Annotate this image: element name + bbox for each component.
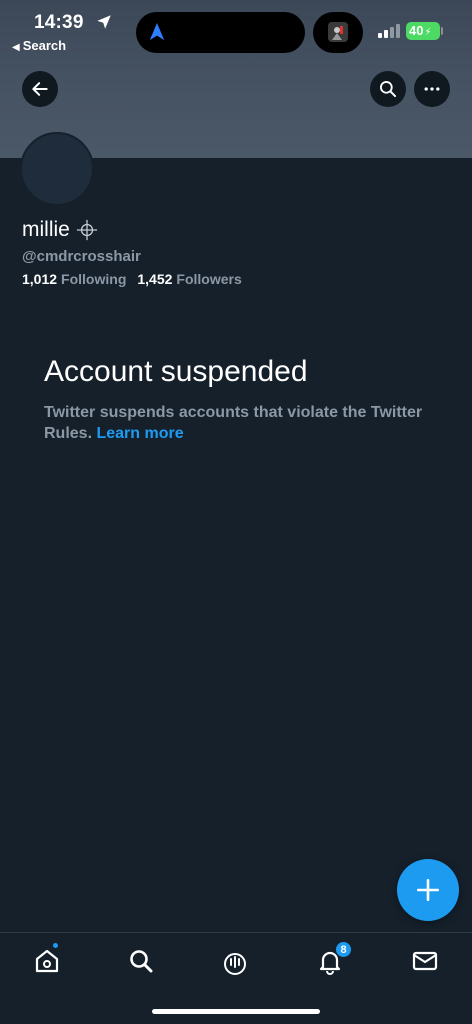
- nav-explore[interactable]: [127, 947, 157, 977]
- followers-count: 1,452: [137, 271, 173, 287]
- back-app-label: Search: [22, 38, 67, 53]
- home-icon: [35, 949, 59, 973]
- search-button[interactable]: [370, 71, 406, 107]
- suspended-title: Account suspended: [44, 355, 308, 388]
- followers-link[interactable]: 1,452 Followers: [137, 271, 241, 287]
- now-playing-activity[interactable]: [313, 12, 363, 53]
- battery-level: 40: [409, 23, 424, 38]
- suspended-description: Twitter suspends accounts that violate t…: [44, 402, 424, 444]
- display-name: millie: [22, 218, 70, 241]
- more-icon: [424, 87, 440, 91]
- back-arrow-icon: [32, 82, 48, 96]
- nav-home[interactable]: [33, 942, 63, 977]
- home-indicator[interactable]: [152, 1009, 320, 1014]
- username-handle: @cmdrcrosshair: [22, 248, 141, 265]
- explore-icon: [130, 950, 153, 973]
- battery-nub: [441, 27, 443, 35]
- back-button[interactable]: [22, 71, 58, 107]
- notifications-badge: 8: [335, 941, 352, 958]
- mail-icon: [412, 951, 438, 971]
- spaces-icon: [224, 953, 246, 975]
- navigation-arrow-icon: [149, 23, 165, 41]
- nav-spaces[interactable]: [221, 947, 251, 977]
- following-count: 1,012: [22, 271, 58, 287]
- followers-label: Followers: [176, 271, 242, 287]
- nav-messages[interactable]: [411, 947, 441, 977]
- plus-icon: [416, 878, 440, 902]
- nav-notifications[interactable]: 8: [316, 941, 352, 977]
- avatar[interactable]: [20, 132, 94, 206]
- following-link[interactable]: 1,012 Following: [22, 271, 126, 287]
- dynamic-island: [136, 12, 305, 53]
- location-arrow-icon: [97, 15, 111, 29]
- crosshair-icon: [76, 219, 97, 241]
- following-label: Following: [61, 271, 127, 287]
- follow-counts: 1,012 Following 1,452 Followers: [22, 271, 242, 287]
- back-triangle-icon: ◀: [12, 42, 20, 53]
- album-art-icon: [328, 22, 348, 42]
- home-new-dot: [52, 942, 59, 949]
- charging-bolt-icon: ⚡: [424, 27, 432, 38]
- name-row: millie: [22, 218, 98, 242]
- status-time: 14:39: [34, 12, 84, 33]
- back-to-app-link[interactable]: ◀ Search: [12, 38, 66, 53]
- learn-more-link[interactable]: Learn more: [96, 425, 183, 442]
- compose-button[interactable]: [397, 859, 459, 921]
- cellular-signal-icon: [378, 24, 400, 38]
- battery-indicator: 40⚡: [406, 22, 440, 40]
- more-options-button[interactable]: [414, 71, 450, 107]
- search-icon: [380, 81, 397, 98]
